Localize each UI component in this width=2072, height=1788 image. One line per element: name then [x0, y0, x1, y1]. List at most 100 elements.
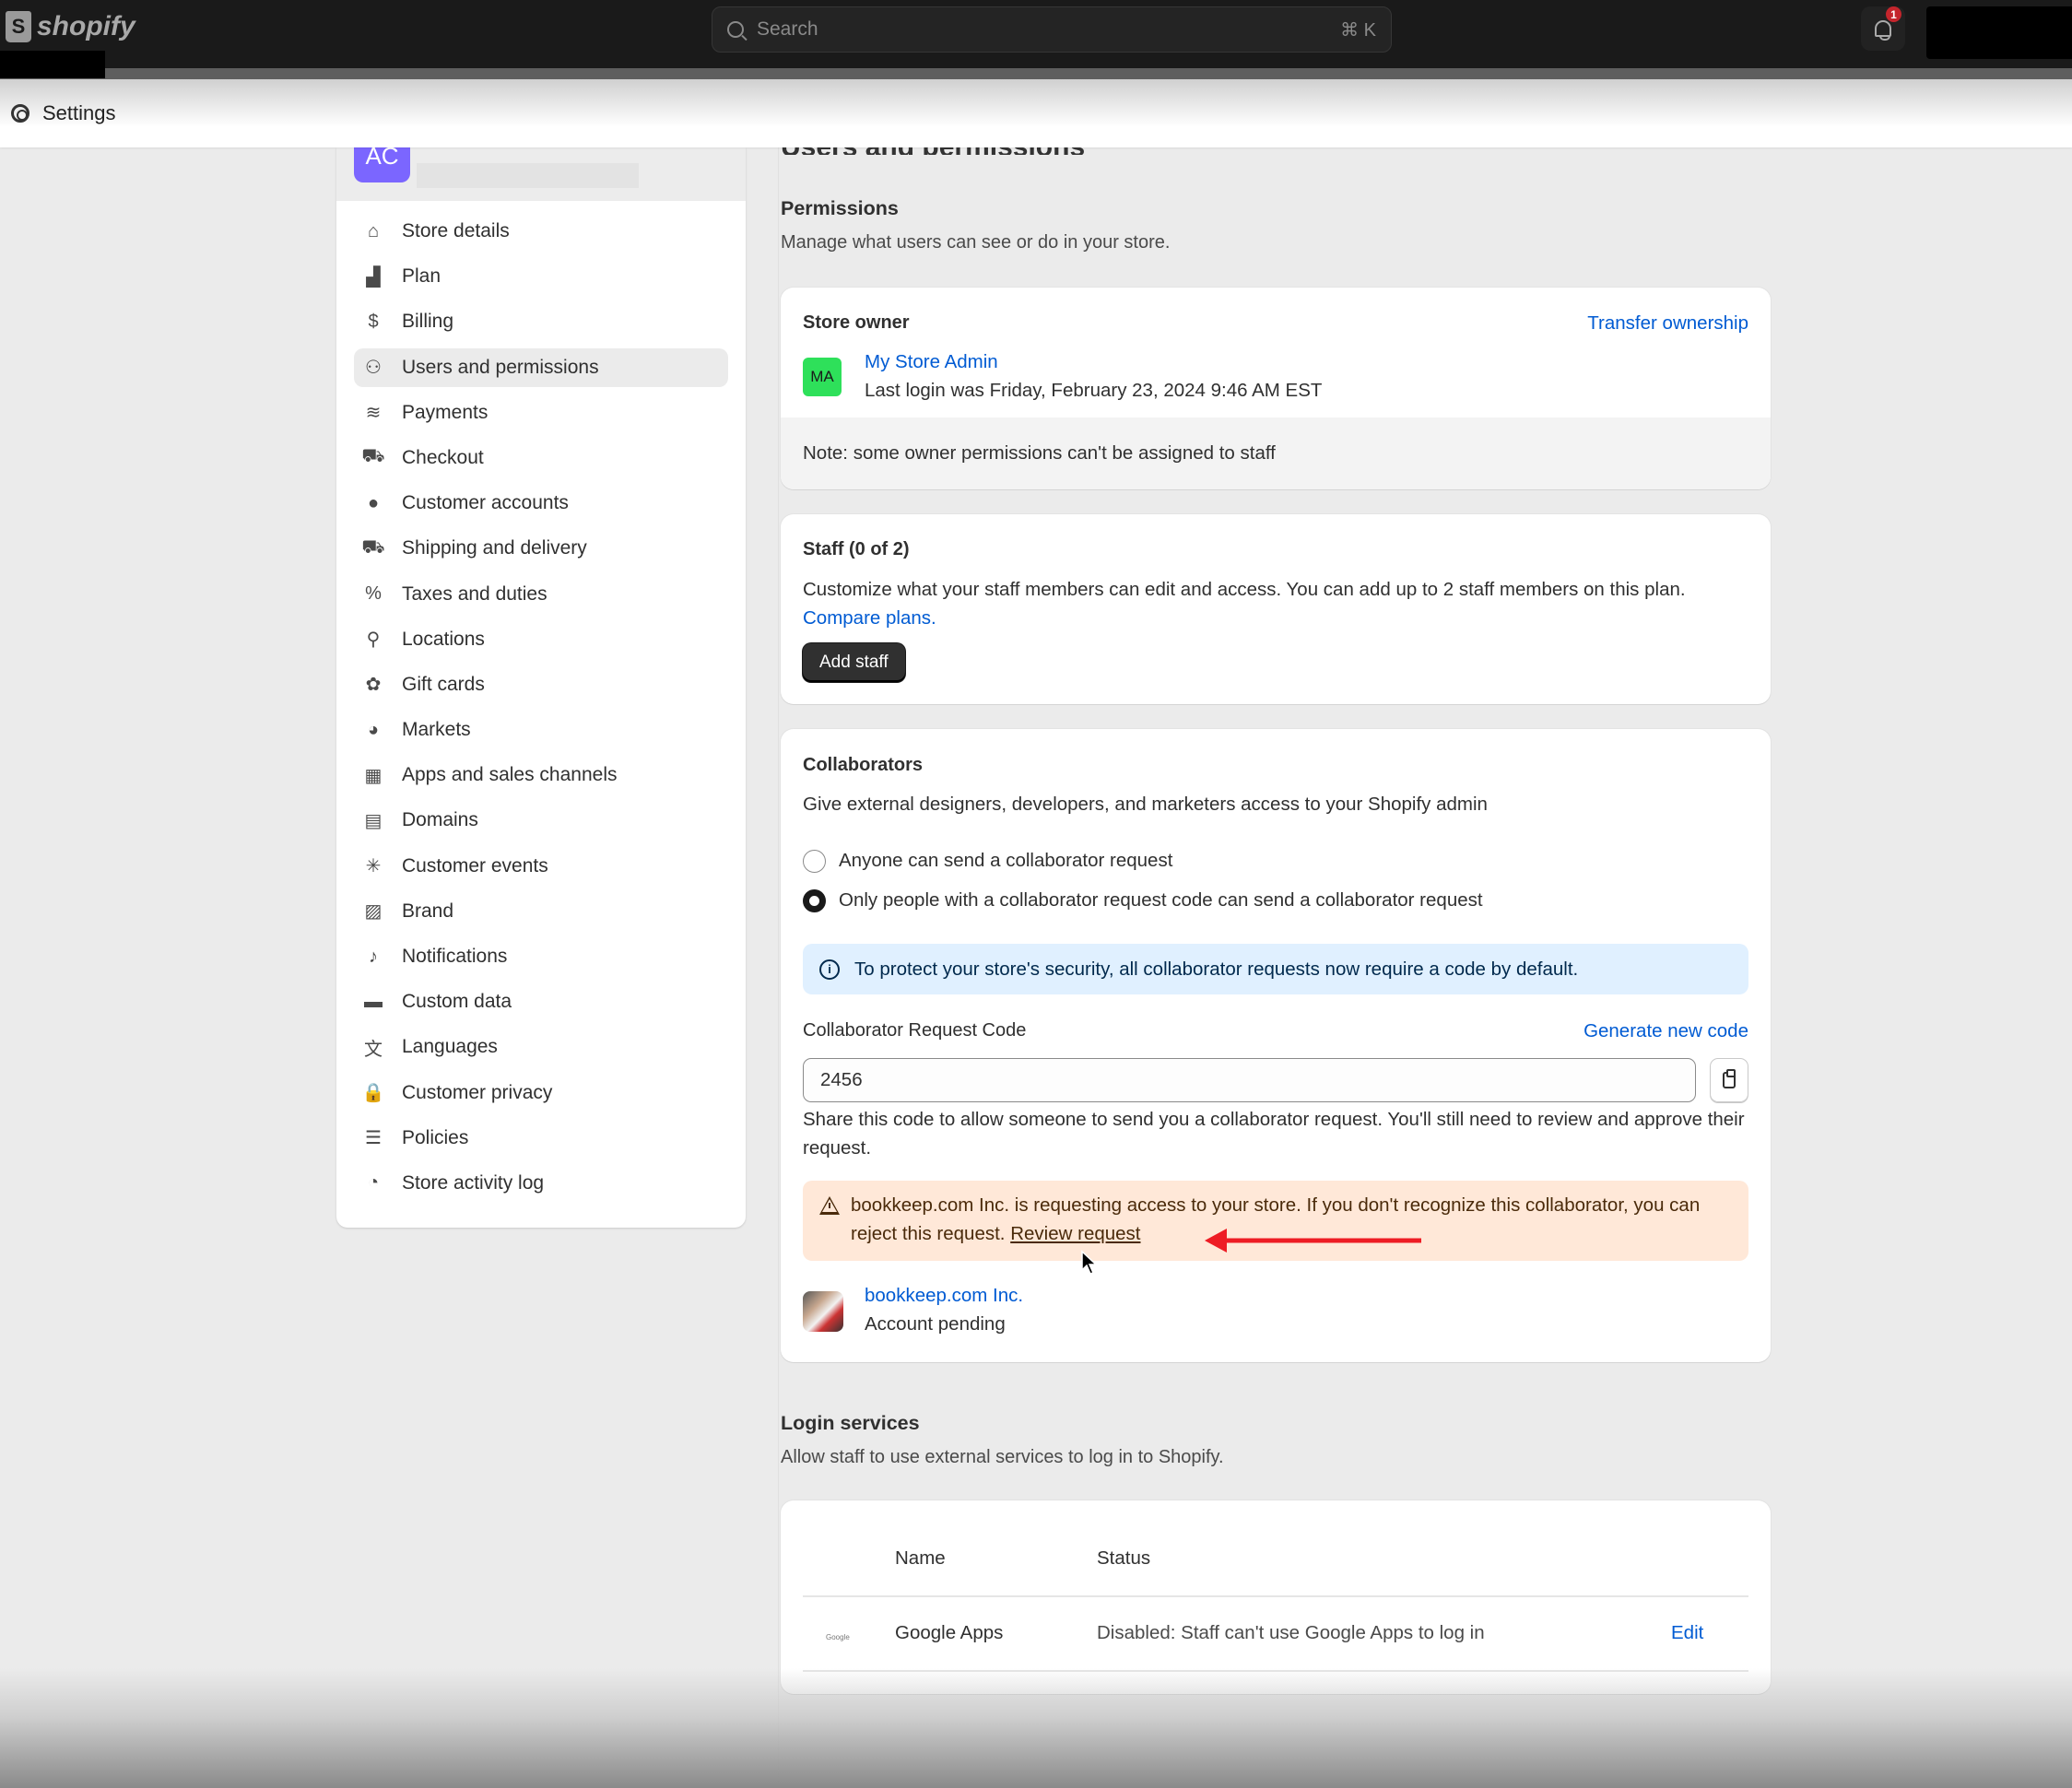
radio-anyone-label[interactable]: Anyone can send a collaborator request	[839, 850, 1172, 872]
sidebar-item-label: Customer events	[402, 854, 548, 876]
store-icon: ⌂	[367, 220, 380, 241]
sidebar-item-store-activity-log[interactable]: ◔ Store activity log	[354, 1164, 728, 1203]
bell-icon: ♪	[369, 946, 378, 967]
add-staff-button[interactable]: Add staff	[803, 643, 905, 682]
review-request-link[interactable]: Review request	[1010, 1223, 1140, 1244]
clipboard-icon	[1723, 1069, 1736, 1088]
permissions-title: Permissions	[781, 197, 899, 219]
sidebar-item-shipping-and-delivery[interactable]: ⛟ Shipping and delivery	[354, 529, 728, 568]
lock-icon: 🔒	[361, 1083, 385, 1104]
code-help-text: Share this code to allow someone to send…	[803, 1109, 1745, 1159]
sidebar-item-notifications[interactable]: ♪ Notifications	[354, 937, 728, 976]
sidebar-item-payments[interactable]: ≋ Payments	[354, 394, 728, 432]
info-icon: i	[819, 959, 840, 980]
warning-icon	[819, 1196, 840, 1215]
sidebar-item-label: Locations	[402, 628, 485, 650]
search-input[interactable]: Search ⌘ K	[712, 6, 1392, 53]
code-label: Collaborator Request Code	[803, 1020, 1027, 1041]
store-owner-card: Store owner Transfer ownership MA My Sto…	[781, 288, 1771, 489]
sidebar-item-gift-cards[interactable]: ✿ Gift cards	[354, 665, 728, 704]
sidebar-item-label: Billing	[402, 311, 454, 333]
collaborator-code-field[interactable]: 2456	[803, 1058, 1696, 1102]
column-header-name: Name	[895, 1547, 946, 1569]
radio-anyone[interactable]	[803, 850, 826, 873]
sidebar-item-languages[interactable]: 文 Languages	[354, 1028, 728, 1066]
owner-name-link[interactable]: My Store Admin	[865, 351, 998, 373]
store-owner-heading: Store owner	[803, 312, 910, 333]
login-services-subtitle: Allow staff to use external services to …	[781, 1447, 1224, 1467]
compare-plans-link[interactable]: Compare plans.	[803, 607, 936, 629]
sidebar-item-label: Customer privacy	[402, 1081, 553, 1103]
sidebar-item-label: Store activity log	[402, 1171, 545, 1194]
tax-icon: %	[365, 583, 382, 604]
sidebar-item-label: Policies	[402, 1126, 469, 1148]
service-status: Disabled: Staff can't use Google Apps to…	[1097, 1622, 1485, 1643]
sidebar-item-markets[interactable]: ◕ Markets	[354, 711, 728, 749]
sidebar-item-label: Domains	[402, 809, 478, 831]
service-name: Google Apps	[895, 1622, 1004, 1643]
generate-new-code-link[interactable]: Generate new code	[1583, 1020, 1748, 1042]
sidebar-item-store-details[interactable]: ⌂ Store details	[354, 212, 728, 251]
sidebar-item-label: Notifications	[402, 946, 508, 967]
sidebar-item-apps-and-sales-channels[interactable]: ▦ Apps and sales channels	[354, 756, 728, 794]
login-services-title: Login services	[781, 1412, 920, 1434]
staff-card: Staff (0 of 2) Customize what your staff…	[781, 514, 1771, 704]
notification-badge: 1	[1886, 6, 1901, 22]
store-header[interactable]: AC Alice's Cookies	[336, 129, 746, 201]
sidebar-item-locations[interactable]: ⚲ Locations	[354, 620, 728, 659]
radio-code-only[interactable]	[803, 889, 826, 912]
content-divider	[778, 147, 779, 1788]
sidebar-item-customer-privacy[interactable]: 🔒 Customer privacy	[354, 1074, 728, 1112]
transfer-ownership-link[interactable]: Transfer ownership	[1587, 312, 1748, 335]
radio-code-only-label[interactable]: Only people with a collaborator request …	[839, 889, 1483, 912]
truck-icon: ⛟	[361, 536, 385, 558]
mouse-cursor-icon	[1081, 1250, 1098, 1275]
sidebar-item-billing[interactable]: $ Billing	[354, 302, 728, 341]
person-icon: ●	[367, 492, 380, 513]
collaborators-description: Give external designers, developers, and…	[803, 794, 1488, 815]
search-icon	[727, 21, 744, 38]
sidebar-item-custom-data[interactable]: ▬ Custom data	[354, 982, 728, 1021]
sidebar-item-label: Users and permissions	[402, 356, 599, 378]
permissions-subtitle: Manage what users can see or do in your …	[781, 232, 1171, 253]
google-logo-icon: Google	[826, 1633, 850, 1641]
staff-description: Customize what your staff members can ed…	[803, 579, 1686, 600]
shopify-logo[interactable]: S shopify	[6, 11, 135, 42]
sidebar-item-checkout[interactable]: ⛟ Checkout	[354, 439, 728, 477]
bell-icon	[1875, 20, 1891, 41]
collaborator-avatar	[803, 1291, 843, 1332]
collaborator-name-link[interactable]: bookkeep.com Inc.	[865, 1285, 1023, 1307]
copy-code-button[interactable]	[1710, 1058, 1748, 1102]
sidebar-item-taxes-and-duties[interactable]: % Taxes and duties	[354, 575, 728, 614]
sidebar-item-customer-events[interactable]: ✳ Customer events	[354, 847, 728, 886]
redacted-account-menu[interactable]	[1926, 6, 2072, 59]
sidebar-item-policies[interactable]: ☰ Policies	[354, 1119, 728, 1158]
edit-google-apps-link[interactable]: Edit	[1671, 1622, 1703, 1644]
sidebar-item-domains[interactable]: ▤ Domains	[354, 801, 728, 840]
apps-icon: ▦	[364, 765, 383, 786]
sidebar-item-users-and-permissions[interactable]: ⚇ Users and permissions	[354, 347, 728, 387]
activity-log-icon: ◔	[367, 1172, 380, 1194]
table-header-divider	[803, 1595, 1748, 1597]
sidebar-item-brand[interactable]: ▨ Brand	[354, 892, 728, 931]
sidebar-item-customer-accounts[interactable]: ● Customer accounts	[354, 484, 728, 523]
staff-heading: Staff (0 of 2)	[803, 539, 910, 559]
annotation-arrow	[1205, 1229, 1421, 1253]
owner-note-section: Note: some owner permissions can't be as…	[781, 418, 1771, 489]
search-placeholder: Search	[757, 18, 818, 40]
collaborator-status: Account pending	[865, 1313, 1006, 1335]
sidebar-item-plan[interactable]: ▟ Plan	[354, 257, 728, 296]
policies-icon: ☰	[365, 1128, 382, 1149]
language-icon: 文	[364, 1039, 383, 1060]
settings-nav: ⌂ Store details ▟ Plan $ Billing ⚇ Users and pe…	[354, 212, 728, 1209]
globe-icon: ◕	[367, 719, 380, 740]
brand-name: shopify	[37, 11, 135, 41]
owner-note: Note: some owner permissions can't be as…	[803, 442, 1276, 464]
login-services-card: Name Status Google Google Apps Disabled:…	[781, 1500, 1771, 1694]
redacted-region	[0, 51, 105, 78]
brand-icon: ▨	[364, 901, 383, 923]
settings-header: Settings	[0, 79, 2072, 147]
info-banner-text: To protect your store's security, all co…	[854, 958, 1579, 980]
top-bar: S shopify Search ⌘ K 1	[0, 0, 2072, 68]
table-row-divider	[803, 1670, 1748, 1672]
